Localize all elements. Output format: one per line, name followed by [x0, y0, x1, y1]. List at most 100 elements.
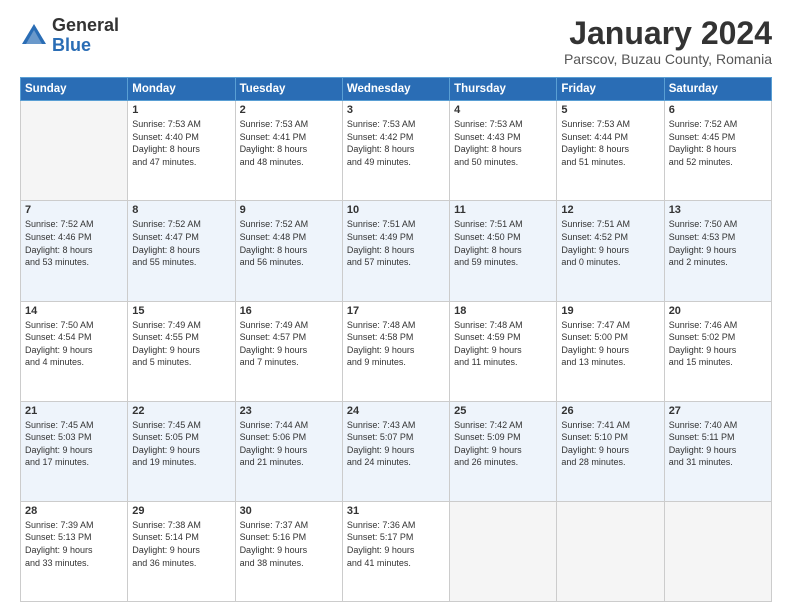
- day-number: 13: [669, 204, 767, 216]
- table-row: 7 Sunrise: 7:52 AMSunset: 4:46 PMDaylight…: [21, 201, 128, 301]
- col-tuesday: Tuesday: [235, 78, 342, 101]
- cell-info: Sunrise: 7:53 AMSunset: 4:40 PMDaylight:…: [132, 118, 230, 168]
- logo-blue-text: Blue: [52, 36, 119, 56]
- cell-info: Sunrise: 7:38 AMSunset: 5:14 PMDaylight:…: [132, 519, 230, 569]
- logo: General Blue: [20, 16, 119, 56]
- header-row: Sunday Monday Tuesday Wednesday Thursday…: [21, 78, 772, 101]
- table-row: 19Sunrise: 7:47 AMSunset: 5:00 PMDayligh…: [557, 301, 664, 401]
- calendar-title: January 2024: [564, 16, 772, 51]
- table-row: 20 Sunrise: 7:46 AMSunset: 5:02 PMDayligh…: [664, 301, 771, 401]
- cell-info: Sunrise: 7:53 AMSunset: 4:44 PMDaylight:…: [561, 118, 659, 168]
- table-row: 26 Sunrise: 7:41 AMSunset: 5:10 PMDayligh…: [557, 401, 664, 501]
- table-row: 4 Sunrise: 7:53 AMSunset: 4:43 PMDaylight…: [450, 101, 557, 201]
- table-row: 28Sunrise: 7:39 AMSunset: 5:13 PMDayligh…: [21, 501, 128, 601]
- day-number: 18: [454, 305, 552, 317]
- col-wednesday: Wednesday: [342, 78, 449, 101]
- cell-info: Sunrise: 7:53 AMSunset: 4:43 PMDaylight:…: [454, 118, 552, 168]
- table-row: [21, 101, 128, 201]
- day-number: 7: [25, 204, 123, 216]
- day-number: 31: [347, 505, 445, 517]
- cell-info: Sunrise: 7:50 AMSunset: 4:53 PMDaylight:…: [669, 218, 767, 268]
- day-number: 8: [132, 204, 230, 216]
- calendar-row: 28Sunrise: 7:39 AMSunset: 5:13 PMDayligh…: [21, 501, 772, 601]
- table-row: 2Sunrise: 7:53 AMSunset: 4:41 PMDaylight…: [235, 101, 342, 201]
- day-number: 5: [561, 104, 659, 116]
- day-number: 11: [454, 204, 552, 216]
- day-number: 6: [669, 104, 767, 116]
- cell-info: Sunrise: 7:45 AMSunset: 5:03 PMDaylight:…: [25, 419, 123, 469]
- table-row: 23Sunrise: 7:44 AMSunset: 5:06 PMDayligh…: [235, 401, 342, 501]
- table-row: 14Sunrise: 7:50 AMSunset: 4:54 PMDayligh…: [21, 301, 128, 401]
- col-thursday: Thursday: [450, 78, 557, 101]
- cell-info: Sunrise: 7:39 AMSunset: 5:13 PMDaylight:…: [25, 519, 123, 569]
- day-number: 12: [561, 204, 659, 216]
- day-number: 19: [561, 305, 659, 317]
- table-row: 6 Sunrise: 7:52 AMSunset: 4:45 PMDaylight…: [664, 101, 771, 201]
- table-row: 30Sunrise: 7:37 AMSunset: 5:16 PMDayligh…: [235, 501, 342, 601]
- table-row: 10Sunrise: 7:51 AMSunset: 4:49 PMDayligh…: [342, 201, 449, 301]
- day-number: 16: [240, 305, 338, 317]
- cell-info: Sunrise: 7:48 AMSunset: 4:59 PMDaylight:…: [454, 319, 552, 369]
- cell-info: Sunrise: 7:43 AMSunset: 5:07 PMDaylight:…: [347, 419, 445, 469]
- cell-info: Sunrise: 7:53 AMSunset: 4:42 PMDaylight:…: [347, 118, 445, 168]
- calendar-row: 14Sunrise: 7:50 AMSunset: 4:54 PMDayligh…: [21, 301, 772, 401]
- table-row: 25Sunrise: 7:42 AMSunset: 5:09 PMDayligh…: [450, 401, 557, 501]
- cell-info: Sunrise: 7:45 AMSunset: 5:05 PMDaylight:…: [132, 419, 230, 469]
- day-number: 17: [347, 305, 445, 317]
- day-number: 20: [669, 305, 767, 317]
- table-row: 11 Sunrise: 7:51 AMSunset: 4:50 PMDayligh…: [450, 201, 557, 301]
- day-number: 24: [347, 405, 445, 417]
- table-row: 3 Sunrise: 7:53 AMSunset: 4:42 PMDaylight…: [342, 101, 449, 201]
- day-number: 14: [25, 305, 123, 317]
- day-number: 27: [669, 405, 767, 417]
- table-row: 1 Sunrise: 7:53 AMSunset: 4:40 PMDaylight…: [128, 101, 235, 201]
- calendar-page: General Blue January 2024 Parscov, Buzau…: [0, 0, 792, 612]
- cell-info: Sunrise: 7:52 AMSunset: 4:48 PMDaylight:…: [240, 218, 338, 268]
- day-number: 26: [561, 405, 659, 417]
- table-row: [450, 501, 557, 601]
- cell-info: Sunrise: 7:44 AMSunset: 5:06 PMDaylight:…: [240, 419, 338, 469]
- table-row: 29 Sunrise: 7:38 AMSunset: 5:14 PMDayligh…: [128, 501, 235, 601]
- calendar-row: 21 Sunrise: 7:45 AMSunset: 5:03 PMDayligh…: [21, 401, 772, 501]
- table-row: 27 Sunrise: 7:40 AMSunset: 5:11 PMDayligh…: [664, 401, 771, 501]
- logo-text: General Blue: [52, 16, 119, 56]
- table-row: 16 Sunrise: 7:49 AMSunset: 4:57 PMDayligh…: [235, 301, 342, 401]
- table-row: 8 Sunrise: 7:52 AMSunset: 4:47 PMDaylight…: [128, 201, 235, 301]
- day-number: 21: [25, 405, 123, 417]
- calendar-row: 1 Sunrise: 7:53 AMSunset: 4:40 PMDaylight…: [21, 101, 772, 201]
- cell-info: Sunrise: 7:52 AMSunset: 4:46 PMDaylight:…: [25, 218, 123, 268]
- day-number: 15: [132, 305, 230, 317]
- cell-info: Sunrise: 7:51 AMSunset: 4:50 PMDaylight:…: [454, 218, 552, 268]
- day-number: 22: [132, 405, 230, 417]
- day-number: 1: [132, 104, 230, 116]
- table-row: 18 Sunrise: 7:48 AMSunset: 4:59 PMDayligh…: [450, 301, 557, 401]
- col-saturday: Saturday: [664, 78, 771, 101]
- calendar-row: 7 Sunrise: 7:52 AMSunset: 4:46 PMDaylight…: [21, 201, 772, 301]
- logo-general-text: General: [52, 16, 119, 36]
- day-number: 29: [132, 505, 230, 517]
- table-row: 13 Sunrise: 7:50 AMSunset: 4:53 PMDayligh…: [664, 201, 771, 301]
- calendar-location: Parscov, Buzau County, Romania: [564, 51, 772, 67]
- cell-info: Sunrise: 7:51 AMSunset: 4:49 PMDaylight:…: [347, 218, 445, 268]
- cell-info: Sunrise: 7:52 AMSunset: 4:45 PMDaylight:…: [669, 118, 767, 168]
- table-row: [664, 501, 771, 601]
- table-row: 22 Sunrise: 7:45 AMSunset: 5:05 PMDayligh…: [128, 401, 235, 501]
- table-row: 31 Sunrise: 7:36 AMSunset: 5:17 PMDayligh…: [342, 501, 449, 601]
- day-number: 25: [454, 405, 552, 417]
- table-row: 21 Sunrise: 7:45 AMSunset: 5:03 PMDayligh…: [21, 401, 128, 501]
- cell-info: Sunrise: 7:49 AMSunset: 4:55 PMDaylight:…: [132, 319, 230, 369]
- cell-info: Sunrise: 7:40 AMSunset: 5:11 PMDaylight:…: [669, 419, 767, 469]
- day-number: 30: [240, 505, 338, 517]
- day-number: 9: [240, 204, 338, 216]
- cell-info: Sunrise: 7:36 AMSunset: 5:17 PMDaylight:…: [347, 519, 445, 569]
- col-friday: Friday: [557, 78, 664, 101]
- table-row: 12Sunrise: 7:51 AMSunset: 4:52 PMDayligh…: [557, 201, 664, 301]
- cell-info: Sunrise: 7:46 AMSunset: 5:02 PMDaylight:…: [669, 319, 767, 369]
- day-number: 4: [454, 104, 552, 116]
- col-sunday: Sunday: [21, 78, 128, 101]
- day-number: 3: [347, 104, 445, 116]
- cell-info: Sunrise: 7:41 AMSunset: 5:10 PMDaylight:…: [561, 419, 659, 469]
- cell-info: Sunrise: 7:49 AMSunset: 4:57 PMDaylight:…: [240, 319, 338, 369]
- cell-info: Sunrise: 7:52 AMSunset: 4:47 PMDaylight:…: [132, 218, 230, 268]
- table-row: 9 Sunrise: 7:52 AMSunset: 4:48 PMDaylight…: [235, 201, 342, 301]
